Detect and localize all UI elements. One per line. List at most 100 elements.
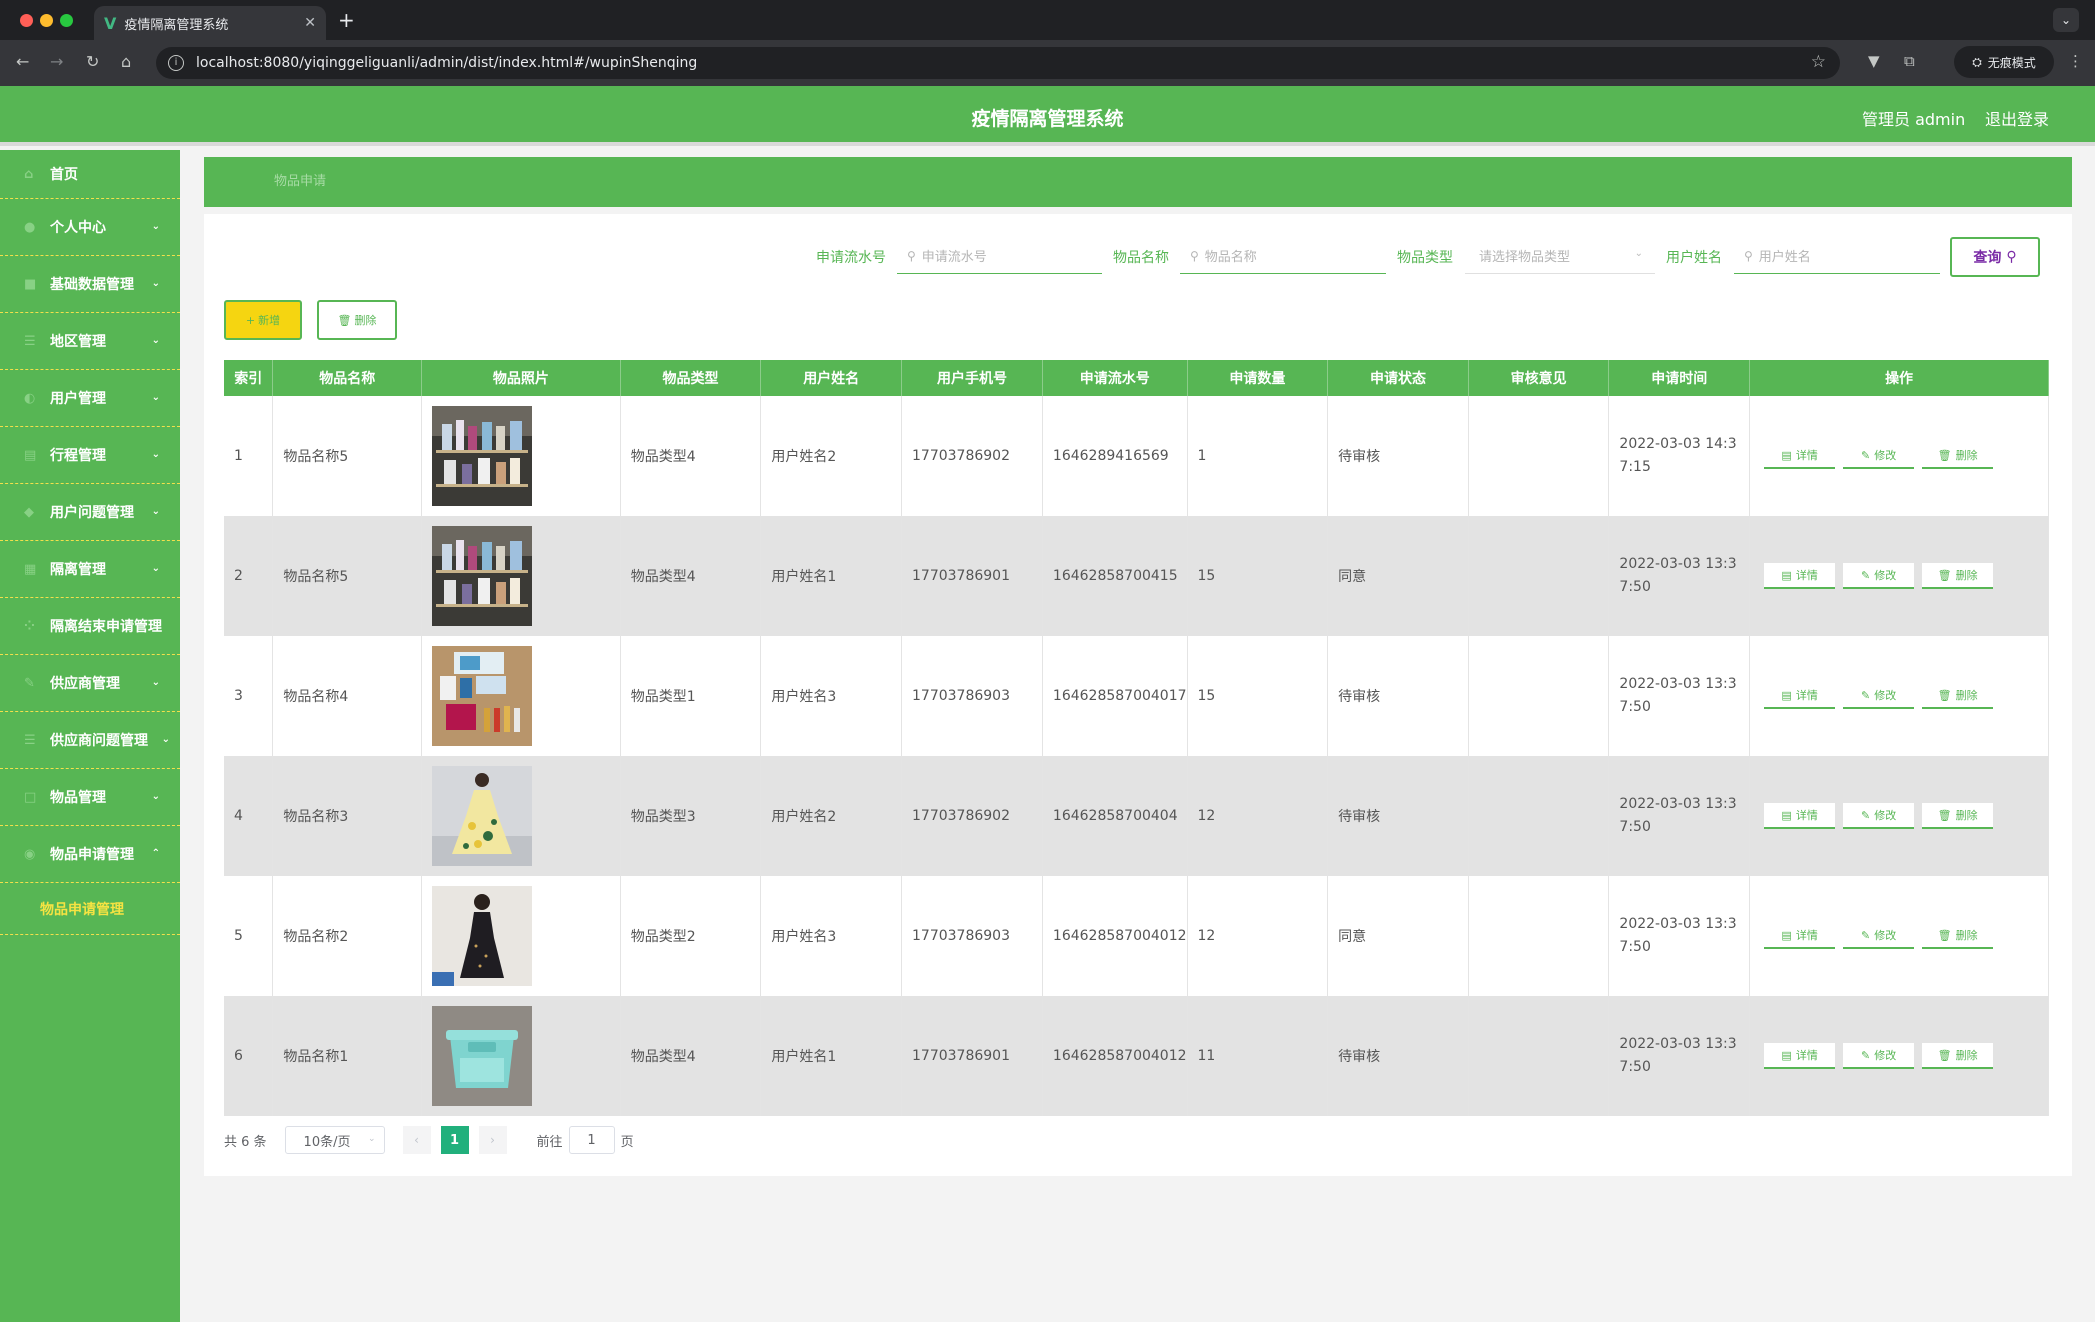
- sidebar-item-home[interactable]: ⌂ 首页: [0, 150, 180, 199]
- minimize-window-icon[interactable]: [40, 14, 53, 27]
- cell-index: 3: [224, 636, 274, 756]
- sidebar-item-goods[interactable]: □ 物品管理 ⌄: [0, 769, 180, 826]
- col-user: 用户姓名: [760, 360, 903, 396]
- sidebar-item-personal-center[interactable]: ● 个人中心 ⌄: [0, 199, 180, 256]
- sidebar-item-supplier[interactable]: ✎ 供应商管理 ⌄: [0, 655, 180, 712]
- address-bar[interactable]: i localhost:8080/yiqinggeliguanli/admin/…: [156, 47, 1840, 79]
- sidebar-item-user-questions[interactable]: ◆ 用户问题管理 ⌄: [0, 484, 180, 541]
- sidebar-item-itinerary[interactable]: ▤ 行程管理 ⌄: [0, 427, 180, 484]
- bookmark-star-icon[interactable]: ☆: [1811, 52, 1826, 72]
- incognito-badge[interactable]: ⛭ 无痕模式: [1954, 46, 2054, 78]
- edit-button[interactable]: ✎ 修改: [1843, 1043, 1915, 1069]
- black-dress-photo[interactable]: [432, 886, 533, 986]
- row-delete-button[interactable]: 🗑 删除: [1922, 443, 1994, 469]
- site-info-icon[interactable]: i: [168, 55, 184, 71]
- yellow-dress-photo[interactable]: [432, 766, 533, 866]
- browser-tab[interactable]: V 疫情隔离管理系统 ✕: [94, 6, 326, 40]
- chevron-down-icon: ⌄: [368, 1134, 376, 1144]
- cell-phone: 17703786903: [901, 636, 1043, 756]
- sidebar-item-users[interactable]: ◐ 用户管理 ⌄: [0, 370, 180, 427]
- type-select[interactable]: 请选择物品类型 ⌄: [1465, 238, 1655, 274]
- row-delete-button[interactable]: 🗑 删除: [1922, 923, 1994, 949]
- close-tab-icon[interactable]: ✕: [304, 15, 316, 31]
- row-delete-button[interactable]: 🗑 删除: [1922, 803, 1994, 829]
- sidebar-item-isolation[interactable]: ▦ 隔离管理 ⌄: [0, 541, 180, 598]
- chevron-right-icon: ›: [490, 1133, 495, 1147]
- detail-button[interactable]: ▤ 详情: [1764, 803, 1836, 829]
- maximize-window-icon[interactable]: [60, 14, 73, 27]
- forward-icon[interactable]: →: [50, 52, 63, 71]
- user-input[interactable]: ⚲ 用户姓名: [1734, 238, 1940, 274]
- logout-button[interactable]: 退出登录: [1985, 106, 2049, 130]
- cell-qty: 11: [1187, 996, 1329, 1116]
- chevron-down-icon: ⌄: [151, 221, 160, 232]
- data-icon: ■: [24, 276, 37, 292]
- document-icon: ▤: [1781, 928, 1792, 942]
- search-button[interactable]: 查询 ⚲: [1950, 237, 2040, 277]
- serial-input[interactable]: ⚲ 申请流水号: [897, 238, 1102, 274]
- trash-icon: 🗑: [1937, 1048, 1952, 1062]
- row-delete-button[interactable]: 🗑 删除: [1922, 563, 1994, 589]
- detail-label: 详情: [1795, 929, 1818, 942]
- goto-page-input[interactable]: 1: [568, 1126, 615, 1154]
- add-button[interactable]: + 新增: [224, 300, 302, 340]
- browser-menu-icon[interactable]: ⋮: [2068, 52, 2083, 70]
- sidebar-item-isolation-end[interactable]: ⁘ 隔离结束申请管理: [0, 598, 180, 655]
- reload-icon[interactable]: ↻: [86, 52, 99, 71]
- sidebar-item-label: 物品申请管理: [50, 847, 134, 863]
- edit-button[interactable]: ✎ 修改: [1843, 683, 1915, 709]
- cell-phone: 17703786903: [901, 876, 1043, 996]
- detail-button[interactable]: ▤ 详情: [1764, 443, 1836, 469]
- home-browser-icon[interactable]: ⌂: [121, 52, 131, 71]
- edit-label: 修改: [1874, 449, 1897, 462]
- name-label: 物品名称: [1113, 250, 1169, 266]
- search-icon: ⚲: [907, 248, 916, 263]
- shelf-photo[interactable]: [432, 526, 533, 626]
- cell-type: 物品类型2: [620, 876, 762, 996]
- next-page-button[interactable]: ›: [478, 1126, 507, 1154]
- col-phone: 用户手机号: [901, 360, 1043, 396]
- plastic-box-photo[interactable]: [432, 1006, 533, 1106]
- cell-photo: [421, 876, 621, 996]
- detail-button[interactable]: ▤ 详情: [1764, 683, 1836, 709]
- table-row: 1 物品名称5 物品类型4 用户姓名2 17703786902 16462894…: [224, 396, 2049, 516]
- name-input[interactable]: ⚲ 物品名称: [1180, 238, 1386, 274]
- shelf-photo[interactable]: [432, 406, 533, 506]
- detail-label: 详情: [1795, 689, 1818, 702]
- edit-button[interactable]: ✎ 修改: [1843, 443, 1915, 469]
- cell-index: 6: [224, 996, 274, 1116]
- edit-label: 修改: [1874, 809, 1897, 822]
- prev-page-button[interactable]: ‹: [402, 1126, 431, 1154]
- batch-delete-button[interactable]: 🗑 删除: [317, 300, 397, 340]
- edit-button[interactable]: ✎ 修改: [1843, 923, 1915, 949]
- extensions-puzzle-icon[interactable]: ⧉: [1904, 52, 1915, 70]
- page-size-select[interactable]: 10条/页 ⌄: [284, 1126, 385, 1154]
- sidebar-item-label: 首页: [50, 167, 78, 183]
- tab-list-icon[interactable]: ⌄: [2053, 8, 2079, 32]
- sidebar-item-supplier-questions[interactable]: ☰ 供应商问题管理 ⌄: [0, 712, 180, 769]
- sidebar-subitem-goods-apply-management[interactable]: 物品申请管理: [0, 883, 180, 935]
- cell-user: 用户姓名3: [760, 876, 903, 996]
- sidebar-item-goods-apply[interactable]: ◉ 物品申请管理 ⌃: [0, 826, 180, 883]
- new-tab-icon[interactable]: +: [338, 8, 355, 32]
- chevron-down-icon: ⌄: [151, 278, 160, 289]
- detail-button[interactable]: ▤ 详情: [1764, 1043, 1836, 1069]
- close-window-icon[interactable]: [20, 14, 33, 27]
- sidebar-item-region[interactable]: ☰ 地区管理 ⌄: [0, 313, 180, 370]
- row-delete-button[interactable]: 🗑 删除: [1922, 683, 1994, 709]
- row-delete-button[interactable]: 🗑 删除: [1922, 1043, 1994, 1069]
- detail-button[interactable]: ▤ 详情: [1764, 923, 1836, 949]
- detail-button[interactable]: ▤ 详情: [1764, 563, 1836, 589]
- sidebar-item-label: 隔离管理: [50, 562, 106, 578]
- search-icon: ⚲: [1190, 248, 1199, 263]
- edit-button[interactable]: ✎ 修改: [1843, 803, 1915, 829]
- back-icon[interactable]: ←: [16, 52, 29, 71]
- search-button-label: 查询: [1973, 250, 2002, 266]
- extension-v-icon[interactable]: ▼: [1868, 52, 1880, 70]
- browser-tabbar: V 疫情隔离管理系统 ✕ + ⌄: [0, 0, 2095, 40]
- edit-button[interactable]: ✎ 修改: [1843, 563, 1915, 589]
- cosmetics-photo[interactable]: [432, 646, 533, 746]
- cell-serial: 164628587004017: [1042, 636, 1188, 756]
- page-number-current[interactable]: 1: [440, 1126, 469, 1154]
- sidebar-item-basic-data[interactable]: ■ 基础数据管理 ⌄: [0, 256, 180, 313]
